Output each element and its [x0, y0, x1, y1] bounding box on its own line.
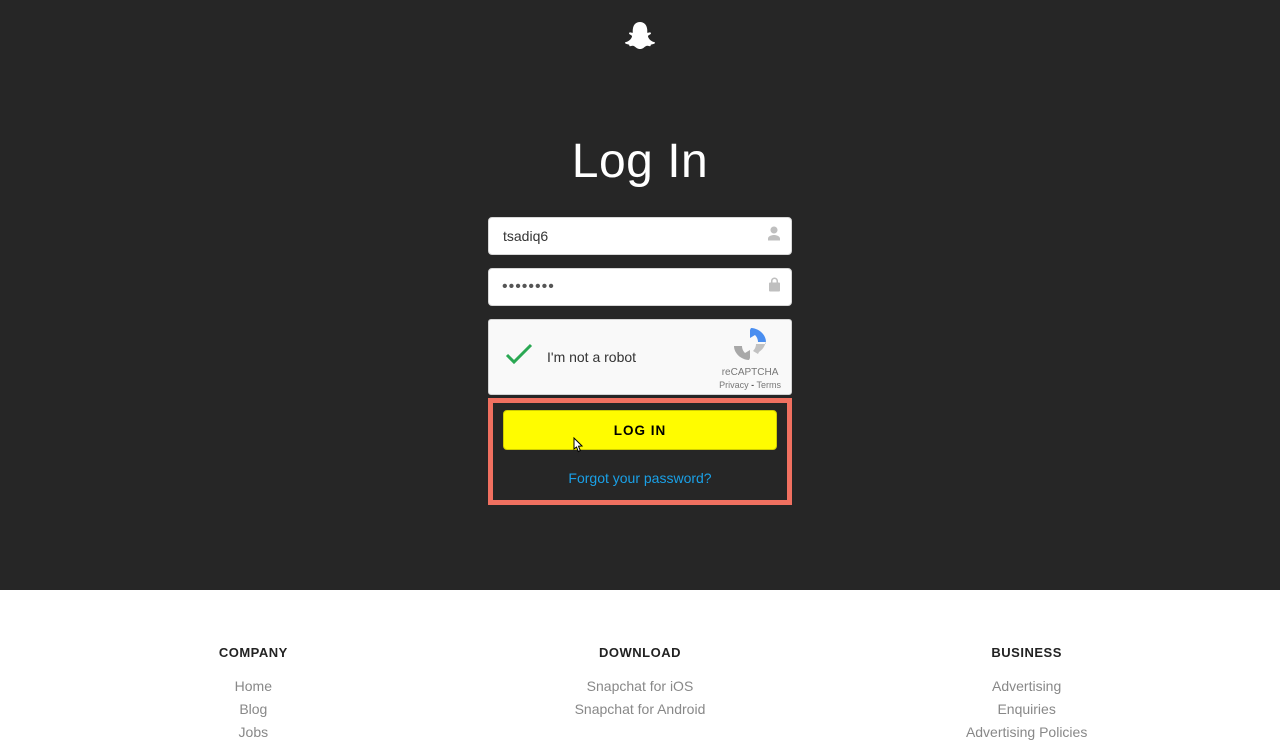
page-title: Log In — [0, 134, 1280, 189]
user-icon — [768, 227, 780, 246]
login-form: •••••••• I'm not a robot reCAPTCHA Priva… — [488, 217, 792, 505]
cursor-pointer-icon — [570, 437, 586, 460]
footer-heading: BUSINESS — [927, 645, 1127, 660]
recaptcha-label: I'm not a robot — [547, 349, 636, 365]
footer-link[interactable]: Blog — [153, 701, 353, 717]
login-button[interactable]: LOG IN — [503, 410, 777, 450]
recaptcha-privacy-link[interactable]: Privacy — [719, 380, 749, 390]
lock-icon — [769, 278, 780, 297]
footer-heading: DOWNLOAD — [540, 645, 740, 660]
username-input[interactable] — [488, 217, 792, 255]
recaptcha-legal-links: Privacy - Terms — [719, 380, 781, 390]
footer-link[interactable]: Enquiries — [927, 701, 1127, 717]
footer-link[interactable]: Advertising Policies — [927, 724, 1127, 740]
footer-link[interactable]: Snapchat for Android — [540, 701, 740, 717]
recaptcha-brand-text: reCAPTCHA — [719, 367, 781, 378]
footer-heading: COMPANY — [153, 645, 353, 660]
footer-link[interactable]: Jobs — [153, 724, 353, 740]
footer-column-business: BUSINESS Advertising Enquiries Advertisi… — [927, 645, 1127, 747]
footer-link[interactable]: Home — [153, 678, 353, 694]
footer-link[interactable]: Snapchat for iOS — [540, 678, 740, 694]
annotation-highlight-box: LOG IN Forgot your password? — [488, 398, 792, 505]
password-input[interactable] — [488, 268, 792, 306]
password-field-wrap: •••••••• — [488, 268, 792, 306]
recaptcha-terms-link[interactable]: Terms — [757, 380, 782, 390]
forgot-password-link[interactable]: Forgot your password? — [503, 470, 777, 486]
login-button-label: LOG IN — [614, 423, 667, 438]
footer-link[interactable]: Advertising — [927, 678, 1127, 694]
hero-section: Log In •••••••• I'm not a robot — [0, 0, 1280, 590]
footer-column-company: COMPANY Home Blog Jobs — [153, 645, 353, 747]
username-field-wrap — [488, 217, 792, 255]
recaptcha-badge: reCAPTCHA Privacy - Terms — [719, 328, 781, 390]
checkmark-icon — [505, 343, 533, 372]
snapchat-logo-icon — [623, 22, 657, 59]
footer-column-download: DOWNLOAD Snapchat for iOS Snapchat for A… — [540, 645, 740, 747]
footer: COMPANY Home Blog Jobs DOWNLOAD Snapchat… — [0, 590, 1280, 747]
recaptcha-logo-icon — [734, 328, 766, 360]
recaptcha-widget[interactable]: I'm not a robot reCAPTCHA Privacy - Term… — [488, 319, 792, 395]
